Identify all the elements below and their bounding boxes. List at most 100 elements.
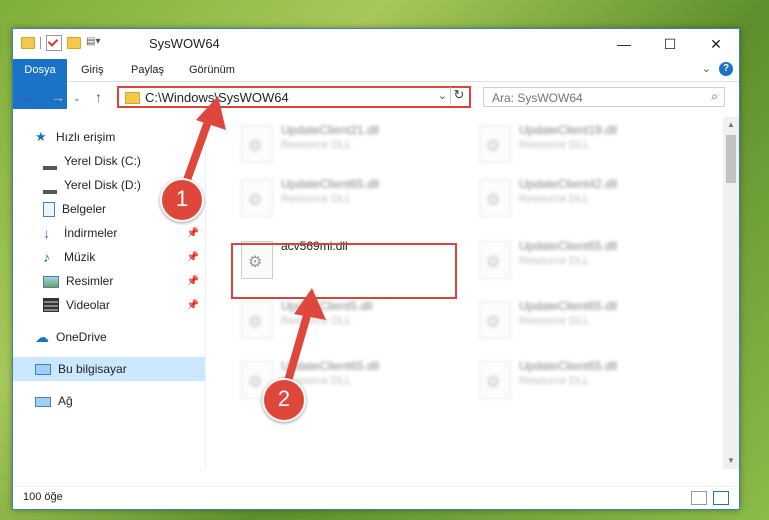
sidebar-item-label: Videolar (66, 298, 110, 312)
picture-icon (43, 276, 59, 288)
document-icon (43, 201, 55, 217)
drive-icon (43, 160, 57, 170)
file-description: Resource DLL (519, 315, 590, 327)
maximize-button[interactable]: ☐ (647, 29, 693, 59)
sidebar-item-label: Bu bilgisayar (58, 362, 127, 376)
close-button[interactable]: ✕ (693, 29, 739, 59)
dll-file-icon (241, 125, 273, 163)
folder-icon[interactable] (21, 37, 35, 49)
sidebar-item-label: İndirmeler (64, 226, 118, 240)
address-dropdown-chevron-icon[interactable]: ⌄ (438, 89, 447, 102)
window-title: SysWOW64 (149, 36, 220, 51)
list-item[interactable]: UpdateClient65.dll Resource DLL (469, 295, 699, 345)
file-name: UpdateClient65.dll (281, 177, 380, 191)
sidebar-item-onedrive[interactable]: ☁ OneDrive (35, 325, 205, 349)
large-icons-view-icon[interactable] (713, 491, 729, 505)
title-bar: ▤▾ SysWOW64 — ☐ ✕ (13, 29, 739, 59)
dll-file-icon (479, 241, 511, 279)
film-icon (43, 298, 59, 312)
search-icon[interactable]: ⌕ (711, 89, 718, 104)
up-arrow-icon[interactable]: ↑ (95, 89, 102, 105)
dll-file-icon (479, 179, 511, 217)
back-arrow-icon[interactable]: ← (23, 89, 37, 105)
scroll-down-arrow-icon[interactable]: ▼ (723, 453, 739, 469)
pin-icon[interactable]: 📌 (187, 300, 199, 311)
file-name: UpdateClient65.dll (519, 359, 618, 373)
customize-toolbar-icon[interactable]: ▤▾ (86, 36, 100, 50)
list-item[interactable]: UpdateClient65.dll Resource DLL (231, 173, 461, 223)
file-description: Resource DLL (281, 139, 352, 151)
sidebar-item-label: OneDrive (56, 330, 107, 344)
scrollbar-thumb[interactable] (726, 135, 736, 183)
search-box[interactable]: ⌕ (483, 87, 725, 107)
sidebar-item-videos[interactable]: Videolar 📌 (43, 293, 205, 317)
drive-icon (43, 184, 57, 194)
tab-view[interactable]: Görünüm (189, 59, 235, 81)
ribbon-expand-chevron-icon[interactable]: ⌄ (702, 62, 711, 75)
quick-access-toolbar: ▤▾ (21, 35, 100, 51)
help-icon[interactable]: ? (719, 62, 733, 76)
file-name: UpdateClient42.dll (519, 177, 618, 191)
download-arrow-icon: ↓ (43, 225, 50, 241)
forward-arrow-icon[interactable]: → (51, 89, 65, 105)
file-highlight-box (231, 243, 457, 299)
file-name: UpdateClient21.dll (281, 123, 380, 137)
sidebar-item-label: Resimler (66, 274, 114, 288)
details-view-icon[interactable] (691, 491, 707, 505)
sidebar-item-network[interactable]: Ağ (35, 389, 205, 413)
list-item[interactable]: UpdateClient65.dll Resource DLL (469, 235, 699, 285)
pin-icon[interactable]: 📌 (187, 228, 199, 239)
recent-locations-chevron-icon[interactable]: ⌄ (73, 93, 81, 104)
list-item[interactable]: UpdateClient19.dll Resource DLL (469, 119, 699, 169)
sidebar-item-music[interactable]: ♪ Müzik 📌 (43, 245, 205, 269)
sidebar-item-this-pc[interactable]: Bu bilgisayar (13, 357, 205, 381)
sidebar-item-pictures[interactable]: Resimler 📌 (43, 269, 205, 293)
minimize-button[interactable]: — (601, 29, 647, 59)
sidebar-item-label: Hızlı erişim (56, 130, 116, 144)
sidebar-item-label: Yerel Disk (C:) (64, 154, 141, 168)
navigation-bar: ← → ⌄ ↑ C:\Windows\SysWOW64 ⌄ ↻ ⌕ (13, 82, 739, 114)
new-folder-icon[interactable] (67, 37, 81, 49)
list-item[interactable]: UpdateClient42.dll Resource DLL (469, 173, 699, 223)
computer-icon (35, 364, 51, 375)
pin-icon[interactable]: 📌 (187, 276, 199, 287)
dll-file-icon (479, 361, 511, 399)
refresh-icon[interactable]: ↻ (450, 87, 467, 105)
file-description: Resource DLL (519, 193, 590, 205)
tab-share[interactable]: Paylaş (131, 59, 164, 81)
window-controls: — ☐ ✕ (601, 29, 739, 59)
sidebar-item-label: Ağ (58, 394, 73, 408)
star-icon: ★ (35, 129, 47, 144)
list-item[interactable]: UpdateClient5.dll Resource DLL (231, 295, 461, 345)
separator (40, 37, 41, 49)
view-switcher (691, 491, 729, 505)
music-note-icon: ♪ (43, 249, 50, 265)
file-description: Resource DLL (519, 255, 590, 267)
vertical-scrollbar[interactable]: ▲ ▼ (723, 117, 739, 469)
file-description: Resource DLL (281, 193, 352, 205)
file-name: UpdateClient65.dll (519, 299, 618, 313)
callout-badge-2: 2 (262, 378, 306, 422)
file-description: Resource DLL (519, 375, 590, 387)
dll-file-icon (479, 301, 511, 339)
sidebar-item-label: Müzik (64, 250, 96, 264)
scroll-up-arrow-icon[interactable]: ▲ (723, 117, 739, 133)
tab-home[interactable]: Giriş (81, 59, 104, 81)
dll-file-icon (479, 125, 511, 163)
sidebar-item-label: Belgeler (62, 202, 107, 216)
sidebar-item-label: Yerel Disk (D:) (64, 178, 141, 192)
list-item[interactable]: UpdateClient21.dll Resource DLL (231, 119, 461, 169)
dll-file-icon (241, 179, 273, 217)
folder-icon (125, 92, 140, 104)
callout-badge-1: 1 (160, 178, 204, 222)
sidebar-item-downloads[interactable]: ↓ İndirmeler 📌 (43, 221, 205, 245)
item-count: 100 öğe (23, 491, 63, 503)
ribbon: Dosya Giriş Paylaş Görünüm ⌄ ? (13, 59, 739, 109)
properties-icon[interactable] (46, 35, 62, 51)
explorer-window: ▤▾ SysWOW64 — ☐ ✕ Dosya Giriş Paylaş Gör… (12, 28, 740, 510)
file-name: UpdateClient65.dll (519, 239, 618, 253)
search-input[interactable] (490, 90, 694, 106)
pin-icon[interactable]: 📌 (187, 252, 199, 263)
list-item[interactable]: UpdateClient65.dll Resource DLL (469, 355, 699, 405)
network-icon (35, 397, 51, 407)
